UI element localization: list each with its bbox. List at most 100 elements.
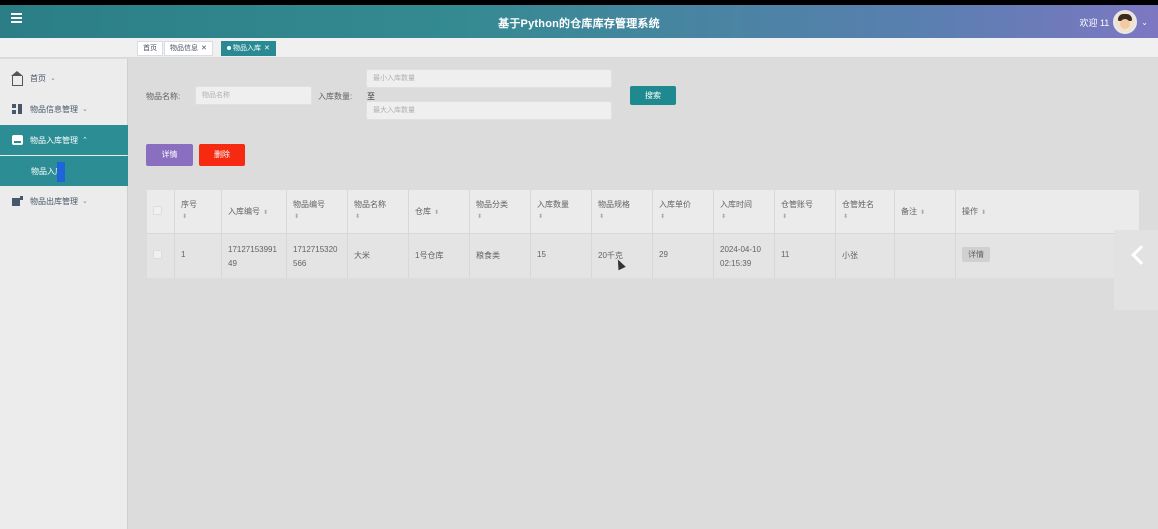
column-label: 仓库 (415, 207, 431, 216)
item-name-input[interactable]: 物品名称 (195, 86, 312, 105)
sidebar-item-home[interactable]: 首页 ⌄ (0, 63, 128, 93)
sort-icon[interactable]: ⬍ (294, 213, 299, 220)
cell-warehouse: 1号仓库 (409, 234, 470, 278)
cell-item-name: 大米 (348, 234, 409, 278)
cell-value: 1712715320 (293, 245, 338, 254)
max-quantity-input[interactable]: 最大入库数量 (366, 101, 612, 120)
sort-icon[interactable]: ⬍ (660, 213, 665, 220)
chevron-down-icon: ⌄ (82, 198, 88, 205)
column-label: 物品编号 (293, 200, 325, 209)
header-quantity[interactable]: 入库数量 ⬍ (531, 190, 592, 233)
chevron-down-icon: ⌄ (50, 75, 56, 82)
tab-home[interactable]: 首页 (137, 41, 163, 56)
sidebar-item-label: 物品出库管理 (30, 196, 78, 206)
delete-button[interactable]: 删除 (199, 144, 245, 166)
sidebar: 首页 ⌄ 物品信息管理 ⌄ 物品入库管理 ⌃ 物品入库 物品出库管理 ⌄ (0, 59, 128, 529)
cell-value: 15 (537, 250, 546, 259)
sort-icon[interactable]: ⬍ (263, 210, 268, 216)
header-select (147, 190, 175, 233)
column-label: 仓管账号 (781, 200, 813, 209)
sort-icon[interactable]: ⬍ (782, 213, 787, 220)
cell-keeper-account: 11 (775, 234, 836, 278)
header-spec[interactable]: 物品规格 ⬍ (592, 190, 653, 233)
grid-icon (12, 104, 23, 114)
column-label: 序号 (181, 200, 197, 209)
cell-spec: 20千克 (592, 234, 653, 278)
column-label: 入库时间 (720, 200, 752, 209)
header-in-no[interactable]: 入库编号 ⬍ (222, 190, 287, 233)
avatar[interactable] (1113, 10, 1138, 34)
quantity-label: 入库数量: (318, 92, 353, 101)
sort-icon[interactable]: ⬍ (538, 213, 543, 220)
cell-item-no: 1712715320 566 (287, 234, 348, 278)
close-icon[interactable]: ✕ (201, 45, 207, 52)
sort-icon[interactable]: ⬍ (721, 213, 726, 220)
tab-item-info[interactable]: 物品信息 ✕ (164, 41, 213, 56)
header-remark[interactable]: 备注 ⬍ (895, 190, 956, 233)
sidebar-item-label: 首页 (30, 73, 46, 83)
header-keeper-name[interactable]: 仓管姓名 ⬍ (836, 190, 895, 233)
row-detail-button[interactable]: 详情 (962, 247, 990, 262)
cell-category: 粮食类 (470, 234, 531, 278)
header-time[interactable]: 入库时间 ⬍ (714, 190, 775, 233)
cell-time: 2024-04-10 02:15:39 (714, 234, 775, 278)
sort-icon[interactable]: ⬍ (843, 213, 848, 220)
chevron-up-icon: ⌃ (82, 137, 88, 144)
column-label: 入库单价 (659, 200, 691, 209)
header-item-name[interactable]: 物品名称 ⬍ (348, 190, 409, 233)
cell-value: 29 (659, 250, 668, 259)
chevron-down-icon: ⌄ (82, 106, 88, 113)
tab-label: 物品信息 (170, 45, 198, 52)
sort-icon[interactable]: ⬍ (477, 213, 482, 220)
sort-icon[interactable]: ⬍ (920, 210, 925, 216)
sidebar-item-outbound[interactable]: 物品出库管理 ⌄ (0, 186, 128, 216)
tab-label: 首页 (143, 45, 157, 52)
table-row[interactable]: 1 17127153991 49 1712715320 566 大米 1号仓库 粮食… (147, 233, 1139, 278)
app-title: 基于Python的仓库库存管理系统 (498, 18, 660, 30)
row-checkbox[interactable] (153, 250, 162, 259)
detail-button[interactable]: 详情 (146, 144, 193, 166)
cell-value: 粮食类 (476, 251, 500, 260)
inbox-icon (12, 135, 23, 145)
outbox-icon (12, 196, 23, 206)
tab-item-inbound[interactable]: 物品入库 ✕ (221, 41, 276, 56)
sidebar-item-label: 物品入库管理 (30, 135, 78, 145)
sort-icon[interactable]: ⬍ (981, 210, 986, 216)
header-operation[interactable]: 操作 ⬍ (956, 190, 1115, 233)
cell-value: 1号仓库 (415, 251, 444, 260)
sort-icon[interactable]: ⬍ (599, 213, 604, 220)
user-menu[interactable]: 欢迎 11 ⌄ (1079, 10, 1148, 34)
cell-remark (895, 234, 956, 278)
collapse-panel-handle[interactable] (1114, 230, 1158, 310)
header-warehouse[interactable]: 仓库 ⬍ (409, 190, 470, 233)
active-dot-icon (227, 46, 231, 51)
cell-value: 566 (293, 259, 307, 268)
search-button[interactable]: 搜索 (630, 86, 676, 105)
column-label: 入库数量 (537, 200, 569, 209)
header-index[interactable]: 序号 ⬍ (175, 190, 222, 233)
cell-value: 大米 (354, 251, 370, 260)
chevron-down-icon[interactable]: ⌄ (1141, 18, 1148, 27)
header-category[interactable]: 物品分类 ⬍ (470, 190, 531, 233)
sidebar-item-inbound[interactable]: 物品入库管理 ⌃ (0, 125, 128, 155)
active-indicator (57, 162, 65, 182)
chevron-left-icon[interactable] (1131, 245, 1151, 265)
header-keeper-account[interactable]: 仓管账号 ⬍ (775, 190, 836, 233)
inbound-table: 序号 ⬍ 入库编号 ⬍ 物品编号 ⬍ 物品名称 ⬍ 仓库 ⬍ 物品分类 ⬍ 入库数量 ⬍ 物品… (147, 190, 1139, 278)
main-content: 物品名称: 物品名称 入库数量: 最小入库数量 至 最大入库数量 搜索 详情 删… (128, 59, 1158, 529)
cell-value: 1 (181, 250, 186, 259)
tab-label: 物品入库 (233, 45, 261, 52)
header-item-no[interactable]: 物品编号 ⬍ (287, 190, 348, 233)
min-quantity-input[interactable]: 最小入库数量 (366, 69, 612, 88)
top-header: 基于Python的仓库库存管理系统 欢迎 11 ⌄ (0, 5, 1158, 38)
header-price[interactable]: 入库单价 ⬍ (653, 190, 714, 233)
sidebar-item-item-info[interactable]: 物品信息管理 ⌄ (0, 94, 128, 124)
cell-value: 11 (781, 250, 790, 259)
sort-icon[interactable]: ⬍ (355, 213, 360, 220)
close-icon[interactable]: ✕ (264, 45, 270, 52)
sort-icon[interactable]: ⬍ (434, 210, 439, 216)
select-all-checkbox[interactable] (153, 206, 162, 215)
cell-in-no: 17127153991 49 (222, 234, 287, 278)
sort-icon[interactable]: ⬍ (182, 213, 187, 220)
cell-value: 17127153991 (228, 245, 277, 254)
